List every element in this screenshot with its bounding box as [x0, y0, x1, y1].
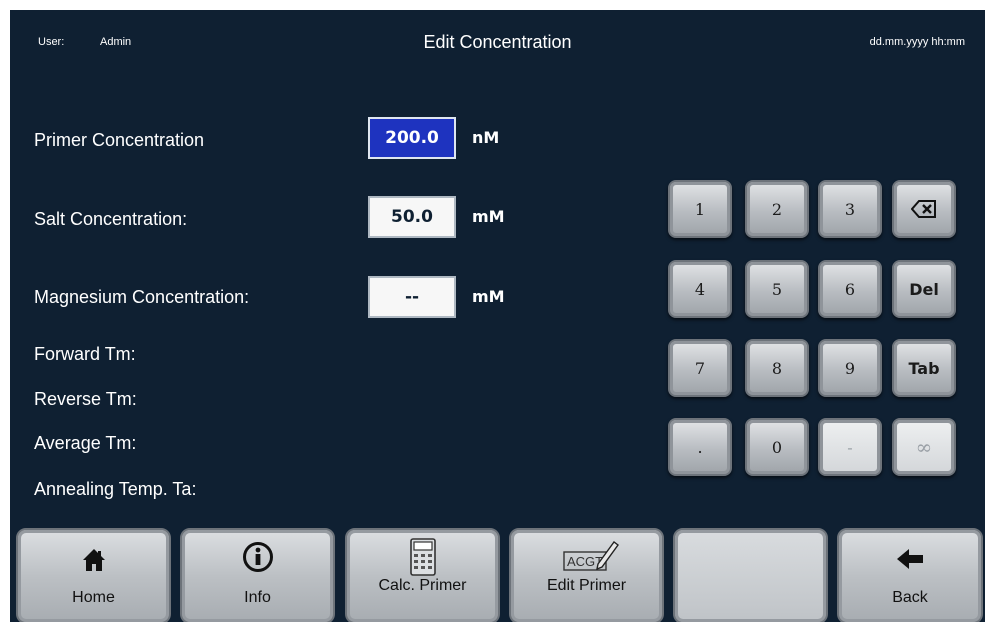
- calculator-icon: [409, 538, 436, 576]
- back-label: Back: [892, 589, 928, 606]
- home-icon: [82, 549, 105, 571]
- backspace-button[interactable]: [892, 180, 956, 238]
- key-5[interactable]: 5: [745, 260, 809, 318]
- primer-concentration-label: Primer Concentration: [34, 130, 205, 150]
- home-label: Home: [72, 589, 115, 606]
- average-tm-label: Average Tm:: [34, 433, 137, 453]
- info-icon: [242, 542, 273, 572]
- info-label: Info: [244, 589, 271, 606]
- page-title: Edit Concentration: [423, 32, 572, 52]
- delete-button[interactable]: Del: [892, 260, 956, 318]
- edit-sequence-icon: ACGT: [562, 541, 619, 571]
- header-bar: User: Admin Edit Concentration dd.mm.yyy…: [10, 10, 985, 70]
- edit-primer-button[interactable]: ACGT Edit Primer: [509, 528, 664, 622]
- salt-concentration-unit: mM: [472, 207, 505, 226]
- blank-nav-button[interactable]: [673, 528, 828, 622]
- calc-primer-label: Calc. Primer: [378, 577, 467, 594]
- salt-concentration-field[interactable]: 50.0: [368, 196, 456, 238]
- magnesium-concentration-label: Magnesium Concentration:: [34, 287, 250, 307]
- key-minus[interactable]: -: [818, 418, 882, 476]
- key-3[interactable]: 3: [818, 180, 882, 238]
- key-0[interactable]: 0: [745, 418, 809, 476]
- home-button[interactable]: Home: [16, 528, 171, 622]
- salt-concentration-label: Salt Concentration:: [34, 209, 188, 229]
- magnesium-concentration-field[interactable]: --: [368, 276, 456, 318]
- calc-primer-button[interactable]: Calc. Primer: [345, 528, 500, 622]
- tab-button[interactable]: Tab: [892, 339, 956, 397]
- edit-primer-label: Edit Primer: [546, 577, 627, 594]
- primer-concentration-unit: nM: [472, 128, 500, 147]
- magnesium-concentration-unit: mM: [472, 287, 505, 306]
- key-9[interactable]: 9: [818, 339, 882, 397]
- key-2[interactable]: 2: [745, 180, 809, 238]
- back-button[interactable]: Back: [837, 528, 983, 622]
- primer-concentration-field[interactable]: 200.0: [368, 117, 456, 159]
- back-arrow-icon: [897, 549, 923, 569]
- key-6[interactable]: 6: [818, 260, 882, 318]
- key-1[interactable]: 1: [668, 180, 732, 238]
- info-button[interactable]: Info: [180, 528, 335, 622]
- backspace-icon: [911, 200, 936, 218]
- forward-tm-label: Forward Tm:: [34, 344, 136, 364]
- key-4[interactable]: 4: [668, 260, 732, 318]
- key-7[interactable]: 7: [668, 339, 732, 397]
- screen: User: Admin Edit Concentration dd.mm.yyy…: [10, 10, 985, 622]
- datetime: dd.mm.yyyy hh:mm: [869, 36, 965, 48]
- key-infinity[interactable]: ∞: [892, 418, 956, 476]
- annealing-temp-label: Annealing Temp. Ta:: [34, 479, 197, 499]
- key-decimal[interactable]: .: [668, 418, 732, 476]
- key-8[interactable]: 8: [745, 339, 809, 397]
- reverse-tm-label: Reverse Tm:: [34, 389, 137, 409]
